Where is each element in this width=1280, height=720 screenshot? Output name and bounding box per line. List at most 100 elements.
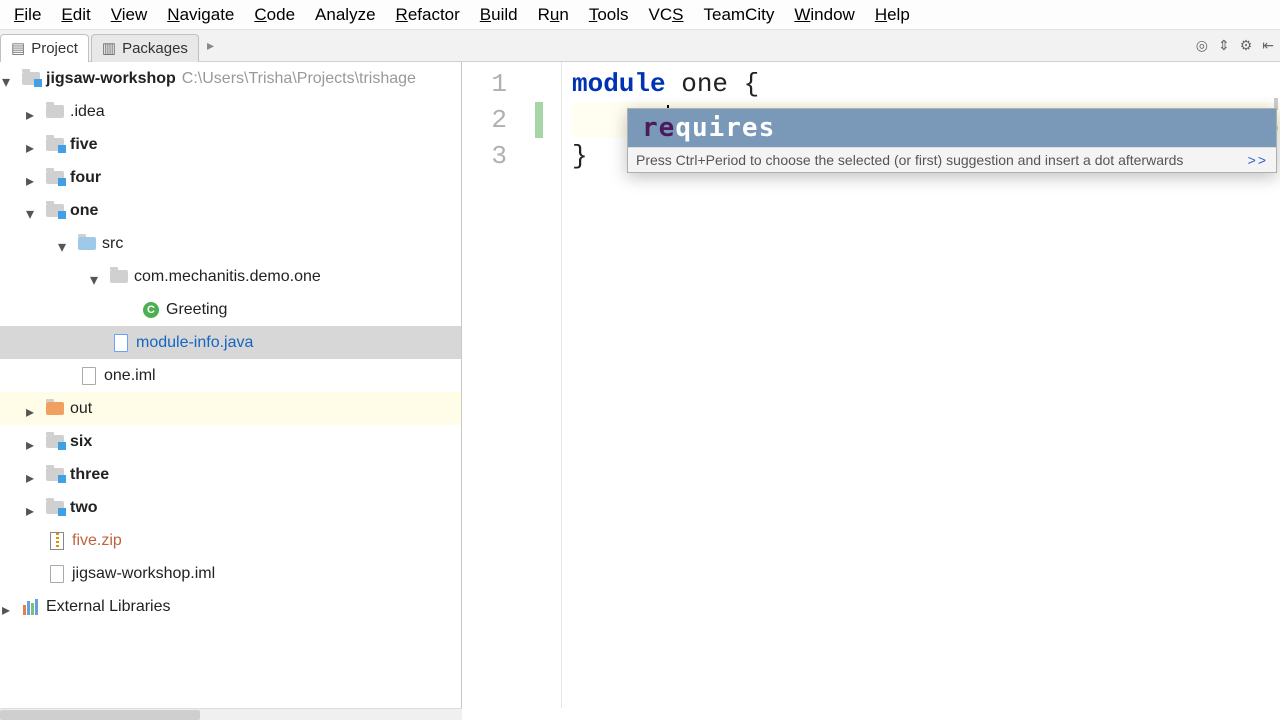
tree-label: five xyxy=(70,136,98,154)
packages-icon: ▥ xyxy=(102,39,116,57)
class-icon: C xyxy=(142,301,160,319)
tree-one[interactable]: one xyxy=(0,194,461,227)
tab-packages-label: Packages xyxy=(122,40,188,57)
completion-popup[interactable]: requires Press Ctrl+Period to choose the… xyxy=(627,108,1277,173)
tree-label: jigsaw-workshop.iml xyxy=(72,565,215,583)
folder-icon xyxy=(46,466,64,484)
tree-ws-iml[interactable]: jigsaw-workshop.iml xyxy=(0,557,461,590)
tree-label: module-info.java xyxy=(136,334,253,352)
completion-more-link[interactable]: >> xyxy=(1248,152,1268,168)
expand-icon[interactable] xyxy=(2,600,16,614)
target-icon[interactable]: ◎ xyxy=(1196,37,1208,54)
tree-label: src xyxy=(102,235,123,253)
menu-code[interactable]: Code xyxy=(244,3,305,27)
menu-view[interactable]: View xyxy=(101,3,158,27)
folder-icon xyxy=(46,103,64,121)
file-icon xyxy=(48,565,66,583)
menu-help[interactable]: Help xyxy=(865,3,920,27)
folder-icon xyxy=(22,70,40,88)
menu-edit[interactable]: Edit xyxy=(51,3,100,27)
code-line-1: module one { xyxy=(572,66,1280,102)
tree-root[interactable]: jigsaw-workshop C:\Users\Trisha\Projects… xyxy=(0,62,461,95)
folder-icon xyxy=(78,235,96,253)
tree-label: one xyxy=(70,202,98,220)
expand-icon[interactable] xyxy=(26,435,40,449)
menu-teamcity[interactable]: TeamCity xyxy=(693,3,784,27)
tree-package[interactable]: com.mechanitis.demo.one xyxy=(0,260,461,293)
tree-label: External Libraries xyxy=(46,598,171,616)
file-icon xyxy=(80,367,98,385)
tree-ext-lib[interactable]: External Libraries xyxy=(0,590,461,623)
folder-icon xyxy=(110,268,128,286)
expand-icon[interactable] xyxy=(26,138,40,152)
collapse-icon[interactable]: ⇕ xyxy=(1218,37,1230,54)
tree-greeting[interactable]: C Greeting xyxy=(0,293,461,326)
expand-icon[interactable] xyxy=(26,171,40,185)
tree-label: Greeting xyxy=(166,301,227,319)
menu-build[interactable]: Build xyxy=(470,3,528,27)
folder-icon xyxy=(46,400,64,418)
tree-label: three xyxy=(70,466,109,484)
menu-refactor[interactable]: Refactor xyxy=(386,3,470,27)
menu-window[interactable]: Window xyxy=(784,3,864,27)
tree-label: two xyxy=(70,499,98,517)
tree-five[interactable]: five xyxy=(0,128,461,161)
tree-label: .idea xyxy=(70,103,105,121)
expand-icon[interactable] xyxy=(26,501,40,515)
tree-path: C:\Users\Trisha\Projects\trishage xyxy=(182,70,416,88)
expand-icon[interactable] xyxy=(58,237,72,251)
expand-icon[interactable] xyxy=(26,105,40,119)
tree-out[interactable]: out xyxy=(0,392,461,425)
folder-icon xyxy=(46,169,64,187)
scrollbar-thumb[interactable] xyxy=(0,710,200,720)
menu-tools[interactable]: Tools xyxy=(579,3,639,27)
completion-match: re xyxy=(642,113,675,143)
gear-icon[interactable]: ⚙ xyxy=(1240,37,1253,54)
zip-icon xyxy=(48,532,66,550)
menu-run[interactable]: Run xyxy=(528,3,579,27)
run-icon[interactable]: ▸ xyxy=(207,37,214,54)
horizontal-scrollbar[interactable] xyxy=(0,708,462,720)
tab-project-label: Project xyxy=(31,40,78,57)
tree-src[interactable]: src xyxy=(0,227,461,260)
tab-packages[interactable]: ▥ Packages xyxy=(91,34,199,62)
folder-icon xyxy=(46,499,64,517)
menu-navigate[interactable]: Navigate xyxy=(157,3,244,27)
line-number: 1 xyxy=(462,66,561,102)
hide-icon[interactable]: ⇤ xyxy=(1262,37,1274,54)
tab-project[interactable]: ▤ Project xyxy=(0,34,89,62)
tree-label: com.mechanitis.demo.one xyxy=(134,268,321,286)
folder-icon xyxy=(46,136,64,154)
tree-six[interactable]: six xyxy=(0,425,461,458)
tree-label: five.zip xyxy=(72,532,122,550)
menu-file[interactable]: File xyxy=(4,3,51,27)
gutter: 1 2 3 xyxy=(462,62,562,708)
tree-module-info[interactable]: module-info.java xyxy=(0,326,461,359)
menu-vcs[interactable]: VCS xyxy=(639,3,694,27)
tool-tabs: ▤ Project ▥ Packages ▸ ◎ ⇕ ⚙ ⇤ xyxy=(0,30,1280,62)
folder-icon xyxy=(46,202,64,220)
menu-bar: File Edit View Navigate Code Analyze Ref… xyxy=(0,0,1280,30)
expand-icon[interactable] xyxy=(2,72,16,86)
line-number: 2 xyxy=(462,102,561,138)
tree-three[interactable]: three xyxy=(0,458,461,491)
tree-one-iml[interactable]: one.iml xyxy=(0,359,461,392)
tree-idea[interactable]: .idea xyxy=(0,95,461,128)
expand-icon[interactable] xyxy=(26,468,40,482)
tree-label: four xyxy=(70,169,101,187)
expand-icon[interactable] xyxy=(26,204,40,218)
tree-label: six xyxy=(70,433,92,451)
expand-icon[interactable] xyxy=(90,270,104,284)
project-icon: ▤ xyxy=(11,39,25,57)
tree-four[interactable]: four xyxy=(0,161,461,194)
completion-item[interactable]: requires xyxy=(628,109,1276,147)
completion-hint-text: Press Ctrl+Period to choose the selected… xyxy=(636,152,1183,168)
menu-analyze[interactable]: Analyze xyxy=(305,3,385,27)
tree-fivezip[interactable]: five.zip xyxy=(0,524,461,557)
java-file-icon xyxy=(112,334,130,352)
tree-two[interactable]: two xyxy=(0,491,461,524)
project-tree[interactable]: jigsaw-workshop C:\Users\Trisha\Projects… xyxy=(0,62,462,708)
tree-label: jigsaw-workshop xyxy=(46,70,176,88)
tree-label: out xyxy=(70,400,92,418)
expand-icon[interactable] xyxy=(26,402,40,416)
